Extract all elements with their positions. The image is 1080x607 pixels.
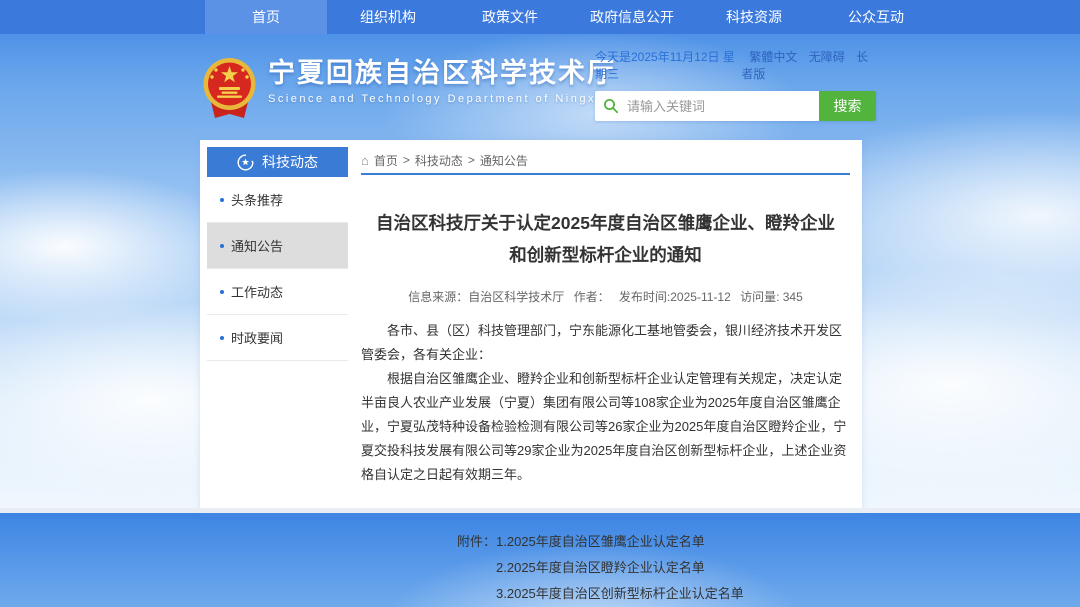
current-date: 今天是2025年11月12日 星期三 (595, 48, 741, 82)
bullet-icon (220, 198, 224, 202)
attachments-section: 附件： 1.2025年度自治区雏鹰企业认定名单 2.2025年度自治区瞪羚企业认… (457, 529, 850, 607)
top-navigation: 首页 组织机构 政策文件 政府信息公开 科技资源 公众互动 (0, 0, 1080, 34)
attachment-link-1[interactable]: 1.2025年度自治区雏鹰企业认定名单 (496, 529, 744, 555)
site-brand[interactable]: 宁夏回族自治区科学技术厅 Science and Technology Depa… (201, 58, 616, 120)
site-title: 宁夏回族自治区科学技术厅 (268, 58, 616, 89)
link-traditional-chinese[interactable]: 繁體中文 (749, 50, 797, 64)
nav-item-organization[interactable]: 组织机构 (327, 0, 449, 34)
sidebar-item-political-news[interactable]: 时政要闻 (207, 315, 348, 361)
sidebar-header: 科技动态 (207, 147, 348, 177)
meta-publish-date: 发布时间:2025-11-12 (619, 290, 731, 304)
meta-views: 访问量: 345 (740, 290, 803, 304)
sidebar-title: 科技动态 (262, 152, 318, 172)
breadcrumb: ⌂ 首页 > 科技动态 > 通知公告 (361, 147, 850, 175)
article-paragraph: 各市、县（区）科技管理部门，宁东能源化工基地管委会，银川经济技术开发区管委会，各… (361, 319, 850, 367)
bullet-icon (220, 244, 224, 248)
sidebar-item-label: 头条推荐 (231, 190, 283, 209)
breadcrumb-tech-news[interactable]: 科技动态 (415, 152, 463, 169)
breadcrumb-notices[interactable]: 通知公告 (480, 152, 528, 169)
site-subtitle: Science and Technology Department of Nin… (268, 93, 616, 105)
article-meta: 信息来源：自治区科学技术厅 作者： 发布时间:2025-11-12 访问量: 3… (361, 288, 850, 305)
article-title: 自治区科技厅关于认定2025年度自治区雏鹰企业、瞪羚企业 和创新型标杆企业的通知 (361, 207, 850, 272)
meta-author: 作者： (574, 290, 610, 304)
attachment-link-3[interactable]: 3.2025年度自治区创新型标杆企业认定名单 (496, 581, 744, 607)
breadcrumb-home[interactable]: 首页 (374, 152, 398, 169)
sidebar-item-notices[interactable]: 通知公告 (207, 223, 348, 269)
site-header: 宁夏回族自治区科学技术厅 Science and Technology Depa… (0, 34, 1080, 140)
star-circle-icon (237, 154, 254, 171)
nav-item-tech-resources[interactable]: 科技资源 (693, 0, 815, 34)
search-input[interactable] (625, 98, 819, 115)
sidebar-item-label: 时政要闻 (231, 328, 283, 347)
attachment-link-2[interactable]: 2.2025年度自治区瞪羚企业认定名单 (496, 555, 744, 581)
breadcrumb-separator: > (468, 153, 475, 167)
content-card: 科技动态 头条推荐 通知公告 工作动态 时政要闻 ⌂ 首页 > 科技动态 > 通… (200, 140, 862, 513)
breadcrumb-separator: > (403, 153, 410, 167)
footer-strip (0, 508, 1080, 513)
bullet-icon (220, 290, 224, 294)
national-emblem-logo (201, 58, 258, 120)
article-area: ⌂ 首页 > 科技动态 > 通知公告 自治区科技厅关于认定2025年度自治区雏鹰… (361, 147, 850, 513)
nav-item-public-interaction[interactable]: 公众互动 (815, 0, 937, 34)
sidebar-item-headline-recommend[interactable]: 头条推荐 (207, 177, 348, 223)
article-body: 各市、县（区）科技管理部门，宁东能源化工基地管委会，银川经济技术开发区管委会，各… (361, 319, 850, 487)
nav-item-gov-info-disclosure[interactable]: 政府信息公开 (571, 0, 693, 34)
meta-source: 信息来源：自治区科学技术厅 (408, 290, 564, 304)
attachments-label: 附件： (457, 529, 496, 607)
article-paragraph: 根据自治区雏鹰企业、瞪羚企业和创新型标杆企业认定管理有关规定，决定认定半亩良人农… (361, 367, 850, 487)
sidebar-item-work-updates[interactable]: 工作动态 (207, 269, 348, 315)
home-icon: ⌂ (361, 153, 369, 168)
nav-item-home[interactable]: 首页 (205, 0, 327, 34)
sidebar-tech-news: 科技动态 头条推荐 通知公告 工作动态 时政要闻 (207, 147, 348, 513)
sidebar-item-label: 通知公告 (231, 236, 283, 255)
nav-item-policy-documents[interactable]: 政策文件 (449, 0, 571, 34)
search-icon (603, 98, 619, 114)
link-accessibility[interactable]: 无障碍 (809, 50, 845, 64)
bullet-icon (220, 336, 224, 340)
sidebar-item-label: 工作动态 (231, 282, 283, 301)
search-button[interactable]: 搜索 (819, 91, 876, 121)
